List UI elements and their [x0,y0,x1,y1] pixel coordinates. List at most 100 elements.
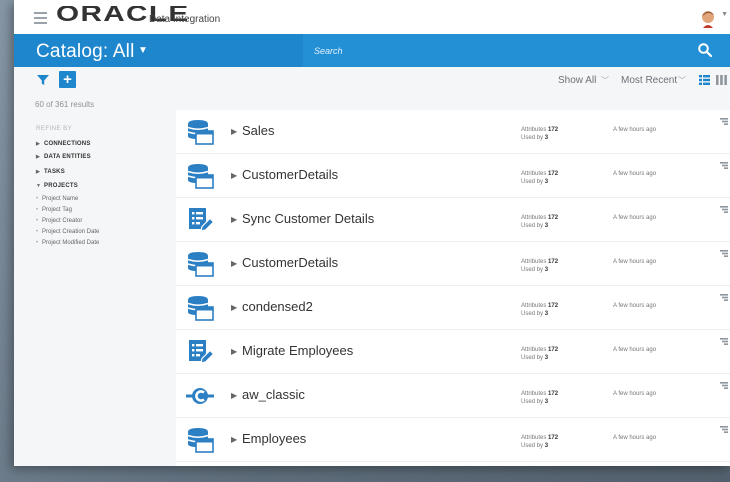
chevron-down-icon[interactable]: ﹀ [678,75,686,86]
used-by-count: 3 [544,179,549,185]
list-item[interactable]: ▶ CustomerDetails Attributes 172 Used by… [176,242,730,286]
sort-dropdown[interactable]: Most Recent [621,75,677,86]
modified-time: A few hours ago [613,171,657,177]
search-icon[interactable] [697,42,713,58]
list-item[interactable]: ▶ Sync Customer Details Attributes 172 U… [176,198,730,242]
attributes-count: 172 [548,215,559,221]
attributes-label: Attributes [521,127,547,133]
item-meta: Attributes 172 Used by 3 [521,346,558,362]
add-button[interactable]: + [59,71,76,88]
attributes-label: Attributes [521,171,547,177]
list-item[interactable]: ▶ aw_classic Attributes 172 Used by 3 A … [176,374,730,418]
filter-label: Project Name [42,196,79,202]
used-by-count: 3 [544,223,549,229]
task-edit-icon [186,207,215,233]
expand-arrow-icon[interactable]: ▶ [231,171,237,180]
expand-arrow-icon: ▶ [36,154,41,160]
used-by-label: Used by [521,267,544,273]
item-name[interactable]: Sales [242,123,275,138]
refine-sidebar: 60 of 361 results REFINE BY ▶ CONNECTIONS… [14,93,162,466]
expand-arrow-icon[interactable]: ▶ [231,391,237,400]
item-name[interactable]: CustomerDetails [242,255,338,270]
expand-arrow-icon[interactable]: ▶ [231,347,237,356]
attributes-count: 172 [548,303,559,309]
used-by-label: Used by [521,223,544,229]
filter-project-creation-date[interactable]: • Project Creation Date [36,229,99,235]
hamburger-menu-icon[interactable] [34,12,47,27]
filter-project-tag[interactable]: • Project Tag [36,207,72,213]
chevron-down-icon[interactable]: ▼ [721,11,728,18]
modified-time: A few hours ago [613,215,657,221]
list-view-icon[interactable] [699,75,710,85]
item-name[interactable]: CustomerDetails [242,167,338,182]
expand-arrow-icon[interactable]: ▶ [231,303,237,312]
used-by-count: 3 [544,311,549,317]
used-by-label: Used by [521,179,544,185]
database-table-icon [186,251,214,277]
attributes-label: Attributes [521,303,547,309]
item-meta: Attributes 172 Used by 3 [521,170,558,186]
attributes-count: 172 [548,171,559,177]
filter-project-name[interactable]: • Project Name [36,196,78,202]
row-menu-icon[interactable] [720,382,728,389]
filter-icon[interactable] [36,73,50,87]
filter-label: Project Tag [42,207,72,213]
grid-view-icon[interactable] [716,75,727,85]
facet-projects[interactable]: ▼ PROJECTS [36,183,78,189]
filter-project-modified-date[interactable]: • Project Modified Date [36,240,99,246]
expand-arrow-icon[interactable]: ▶ [231,259,237,268]
row-menu-icon[interactable] [720,338,728,345]
row-menu-icon[interactable] [720,250,728,257]
facet-label: TASKS [44,169,65,175]
item-meta: Attributes 172 Used by 3 [521,302,558,318]
user-avatar-icon[interactable] [700,8,718,28]
expand-arrow-icon[interactable]: ▶ [231,435,237,444]
item-name[interactable]: Employees [242,431,306,446]
facet-label: PROJECTS [44,183,78,189]
filter-label: Project Creator [42,218,83,224]
results-area: ▶ Sales Attributes 172 Used by 3 A few h… [162,93,730,466]
row-menu-icon[interactable] [720,206,728,213]
item-name[interactable]: Migrate Employees [242,343,353,358]
item-meta: Attributes 172 Used by 3 [521,214,558,230]
facet-tasks[interactable]: ▶ TASKS [36,169,65,175]
item-name[interactable]: condensed2 [242,299,313,314]
list-item[interactable]: ▶ CustomerDetails Attributes 172 Used by… [176,154,730,198]
expand-arrow-icon[interactable]: ▶ [231,215,237,224]
item-meta: Attributes 172 Used by 3 [521,390,558,406]
show-all-dropdown[interactable]: Show All [558,75,596,86]
filter-label: Project Creation Date [42,229,100,235]
list-item[interactable]: ▶ condensed2 Attributes 172 Used by 3 A … [176,286,730,330]
list-item[interactable]: ▶ Employees Attributes 172 Used by 3 A f… [176,418,730,462]
catalog-dropdown-icon[interactable]: ▼ [138,45,148,56]
used-by-label: Used by [521,311,544,317]
filter-project-creator[interactable]: • Project Creator [36,218,82,224]
list-item[interactable]: ▶ Sales Attributes 172 Used by 3 A few h… [176,110,730,154]
used-by-label: Used by [521,399,544,405]
row-menu-icon[interactable] [720,294,728,301]
connection-icon [186,383,214,409]
list-item[interactable]: ▶ Migrate Employees Attributes 172 Used … [176,330,730,374]
item-name[interactable]: Sync Customer Details [242,211,374,226]
used-by-label: Used by [521,135,544,141]
attributes-label: Attributes [521,435,547,441]
chevron-down-icon[interactable]: ﹀ [601,75,609,86]
facet-connections[interactable]: ▶ CONNECTIONS [36,141,91,147]
used-by-label: Used by [521,355,544,361]
expand-arrow-icon[interactable]: ▶ [231,127,237,136]
product-name: Data Integration [149,14,221,25]
database-table-icon [186,427,214,453]
item-name[interactable]: aw_classic [242,387,305,402]
database-table-icon [186,163,214,189]
row-menu-icon[interactable] [720,162,728,169]
attributes-count: 172 [548,391,559,397]
row-menu-icon[interactable] [720,118,728,125]
item-meta: Attributes 172 Used by 3 [521,434,558,450]
task-edit-icon [186,339,215,365]
search-input[interactable] [314,43,674,59]
modified-time: A few hours ago [613,347,657,353]
catalog-title[interactable]: Catalog: All [36,41,135,63]
used-by-count: 3 [544,443,549,449]
row-menu-icon[interactable] [720,426,728,433]
facet-data-entities[interactable]: ▶ DATA ENTITIES [36,154,91,160]
